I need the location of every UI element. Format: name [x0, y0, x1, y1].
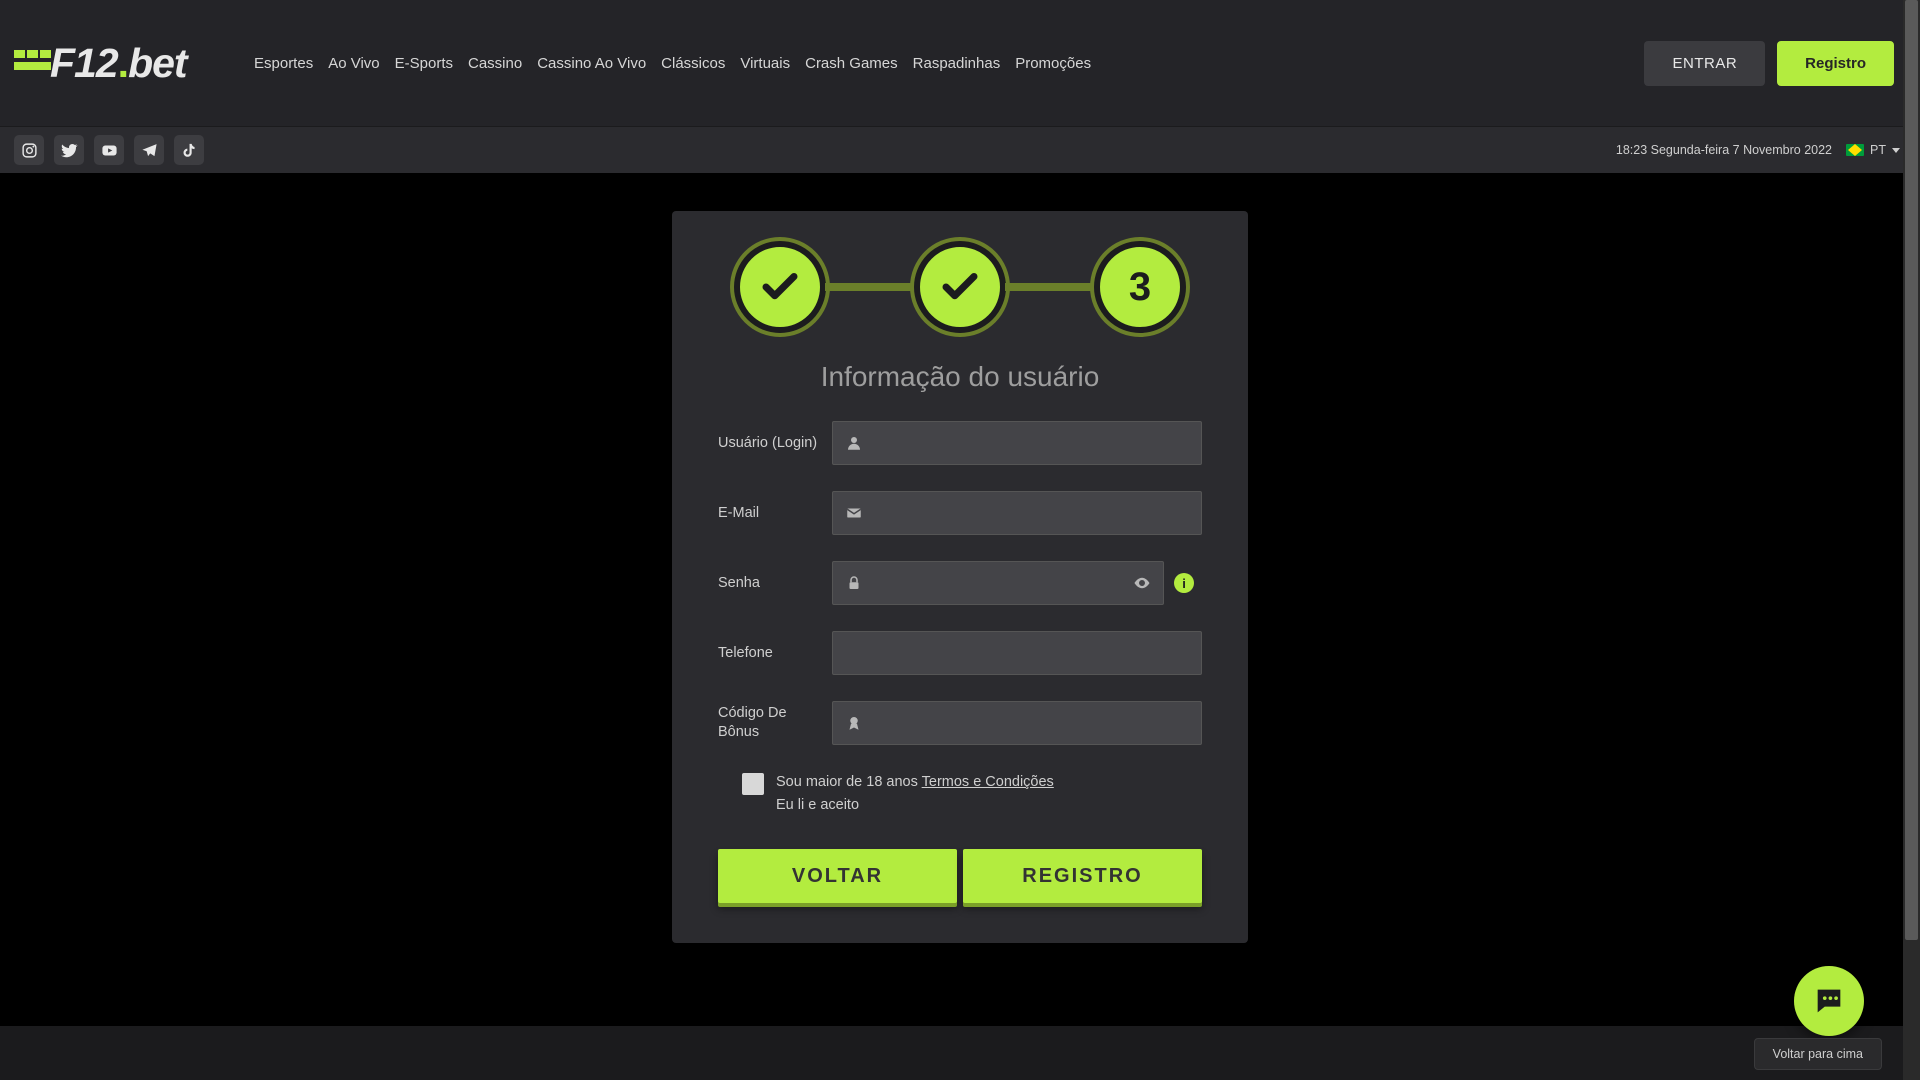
nav-ao-vivo[interactable]: Ao Vivo — [328, 55, 379, 72]
vertical-scrollbar[interactable] — [1903, 0, 1920, 1080]
footer-strip — [0, 1026, 1903, 1080]
main-header: F12.bet Esportes Ao Vivo E-Sports Cassin… — [0, 0, 1920, 126]
main-nav: Esportes Ao Vivo E-Sports Cassino Cassin… — [254, 55, 1614, 72]
user-icon — [843, 434, 865, 452]
brand-logo[interactable]: F12.bet — [14, 43, 224, 83]
form-title: Informação do usuário — [718, 361, 1202, 393]
label-bonus: Código De Bônus — [718, 704, 832, 742]
label-user: Usuário (Login) — [718, 434, 832, 453]
input-wrap-bonus[interactable] — [832, 701, 1202, 745]
twitter-icon[interactable] — [54, 135, 84, 165]
step-connector-2 — [1005, 283, 1095, 291]
form-buttons: VOLTAR REGISTRO — [718, 849, 1202, 903]
nav-e-sports[interactable]: E-Sports — [395, 55, 453, 72]
terms-link[interactable]: Termos e Condições — [922, 774, 1054, 790]
label-telefone: Telefone — [718, 644, 832, 663]
consent-age: Sou maior de 18 anos — [776, 774, 922, 790]
consent-text: Sou maior de 18 anos Termos e Condições … — [776, 771, 1054, 817]
field-email: E-Mail — [718, 491, 1202, 535]
mail-icon — [843, 504, 865, 522]
logo-icon — [14, 46, 52, 80]
label-email: E-Mail — [718, 504, 832, 523]
consent-read: Eu li e aceito — [776, 797, 859, 813]
field-telefone: Telefone — [718, 631, 1202, 675]
back-button[interactable]: VOLTAR — [718, 849, 957, 903]
nav-virtuais[interactable]: Virtuais — [740, 55, 790, 72]
step-3-current: 3 — [1094, 241, 1186, 333]
instagram-icon[interactable] — [14, 135, 44, 165]
check-icon — [939, 266, 981, 308]
input-wrap-user[interactable] — [832, 421, 1202, 465]
tiktok-icon[interactable] — [174, 135, 204, 165]
field-user: Usuário (Login) — [718, 421, 1202, 465]
datetime-label: 18:23 Segunda-feira 7 Novembro 2022 — [1616, 143, 1832, 157]
eye-icon[interactable] — [1131, 574, 1153, 592]
header-actions: ENTRAR Registro — [1644, 41, 1894, 86]
youtube-icon[interactable] — [94, 135, 124, 165]
input-wrap-senha[interactable] — [832, 561, 1164, 605]
scrollbar-thumb[interactable] — [1905, 0, 1918, 940]
register-submit-button[interactable]: REGISTRO — [963, 849, 1202, 903]
registration-card: 3 Informação do usuário Usuário (Login) … — [672, 211, 1248, 943]
senha-input[interactable] — [875, 575, 1121, 592]
nav-classicos[interactable]: Clássicos — [661, 55, 725, 72]
step-indicator: 3 — [718, 241, 1202, 333]
logo-text: F12.bet — [50, 40, 187, 87]
sub-header: 18:23 Segunda-feira 7 Novembro 2022 PT — [0, 126, 1920, 173]
nav-promocoes[interactable]: Promoções — [1015, 55, 1091, 72]
nav-esportes[interactable]: Esportes — [254, 55, 313, 72]
telefone-input[interactable] — [843, 645, 1191, 662]
nav-cassino[interactable]: Cassino — [468, 55, 522, 72]
consent-block: Sou maior de 18 anos Termos e Condições … — [742, 771, 1202, 817]
lock-icon — [843, 574, 865, 592]
brazil-flag-icon — [1846, 144, 1864, 156]
nav-crash-games[interactable]: Crash Games — [805, 55, 898, 72]
register-button-top[interactable]: Registro — [1777, 41, 1894, 86]
email-input[interactable] — [875, 505, 1191, 522]
bonus-input[interactable] — [875, 715, 1191, 732]
nav-raspadinhas[interactable]: Raspadinhas — [913, 55, 1001, 72]
input-wrap-telefone[interactable] — [832, 631, 1202, 675]
input-wrap-email[interactable] — [832, 491, 1202, 535]
terms-checkbox[interactable] — [742, 773, 764, 795]
subheader-right: 18:23 Segunda-feira 7 Novembro 2022 PT — [1616, 143, 1900, 157]
step-1-complete — [734, 241, 826, 333]
step-number-label: 3 — [1129, 265, 1151, 310]
chevron-down-icon — [1892, 148, 1900, 153]
check-icon — [759, 266, 801, 308]
telegram-icon[interactable] — [134, 135, 164, 165]
nav-cassino-ao-vivo[interactable]: Cassino Ao Vivo — [537, 55, 646, 72]
field-senha: Senha i — [718, 561, 1202, 605]
chat-fab[interactable] — [1794, 966, 1864, 1036]
user-input[interactable] — [875, 435, 1191, 452]
social-links — [14, 135, 204, 165]
step-connector-1 — [825, 283, 915, 291]
chat-icon — [1812, 984, 1846, 1018]
field-bonus: Código De Bônus — [718, 701, 1202, 745]
login-button[interactable]: ENTRAR — [1644, 41, 1765, 86]
language-selector[interactable]: PT — [1846, 143, 1900, 157]
step-2-complete — [914, 241, 1006, 333]
back-to-top-button[interactable]: Voltar para cima — [1754, 1038, 1882, 1070]
label-senha: Senha — [718, 574, 832, 593]
language-code: PT — [1870, 143, 1886, 157]
password-info-icon[interactable]: i — [1174, 573, 1194, 593]
ribbon-icon — [843, 714, 865, 732]
